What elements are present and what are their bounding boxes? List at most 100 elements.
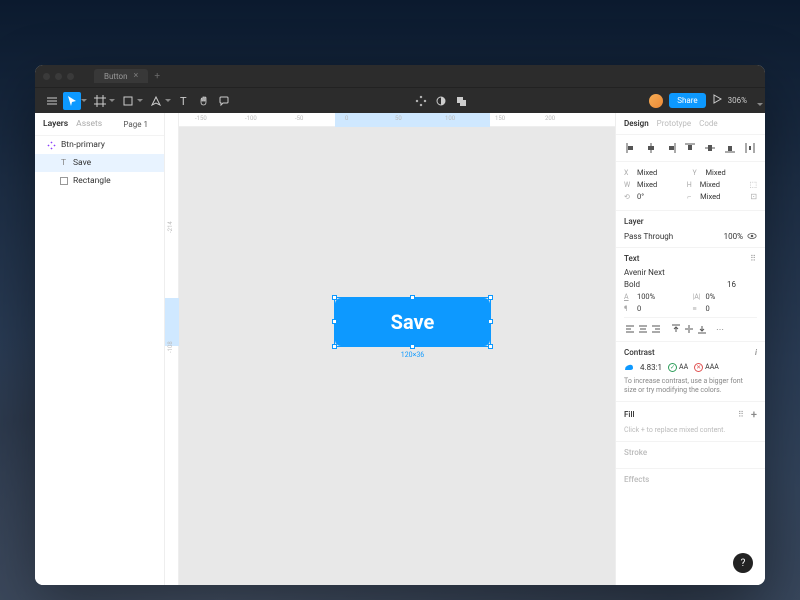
y-value: Mixed (706, 168, 726, 177)
code-tab-label: Code (699, 119, 718, 128)
close-icon[interactable] (43, 73, 50, 80)
add-fill-button[interactable]: + (751, 408, 757, 421)
radius-field[interactable]: ⌐Mixed (687, 192, 746, 201)
file-tab[interactable]: Button × (94, 69, 148, 83)
blend-mode[interactable]: Pass Through (624, 232, 673, 241)
text-valign-bottom[interactable] (696, 323, 708, 335)
align-top-button[interactable] (683, 141, 697, 155)
align-bottom-button[interactable] (723, 141, 737, 155)
resize-handle[interactable] (332, 344, 337, 349)
align-left-button[interactable] (624, 141, 638, 155)
zoom-dropdown[interactable]: 306% (728, 96, 757, 105)
text-title: Text (624, 254, 639, 263)
resize-handle[interactable] (488, 295, 493, 300)
fill-styles-icon[interactable]: ⠿ (738, 410, 745, 419)
rotation-field[interactable]: ⟲0° (624, 192, 683, 201)
shape-tool[interactable] (119, 92, 137, 110)
new-tab-button[interactable]: + (154, 71, 160, 82)
text-more-button[interactable]: ⋯ (716, 325, 724, 334)
present-button[interactable] (712, 94, 722, 107)
h-field[interactable]: HMixed (687, 180, 746, 189)
text-align-left[interactable] (624, 323, 636, 335)
aa-badge: ✓AA (668, 363, 688, 372)
layer-row-component[interactable]: Btn-primary (35, 136, 164, 154)
text-tool[interactable]: T (175, 92, 193, 110)
contrast-swatch-icon (624, 362, 634, 372)
font-family[interactable]: Avenir Next (624, 268, 665, 277)
layer-title: Layer (624, 217, 644, 226)
letter-spacing-field[interactable]: |A|0% (693, 292, 758, 301)
layer-section: Layer Pass Through 100% (616, 211, 765, 248)
text-align-right[interactable] (650, 323, 662, 335)
layer-row-text[interactable]: T Save (35, 154, 164, 172)
x-field[interactable]: XMixed (624, 168, 689, 177)
traffic-lights[interactable] (43, 73, 74, 80)
font-weight[interactable]: Bold (624, 280, 723, 289)
boolean-icon[interactable] (452, 92, 470, 110)
align-vcenter-button[interactable] (703, 141, 717, 155)
page-selector[interactable]: Page 1 (123, 120, 156, 129)
menu-button[interactable] (43, 92, 61, 110)
layer-row-rect[interactable]: Rectangle (35, 172, 164, 190)
contrast-title: Contrast (624, 348, 655, 357)
ruler-tick: 150 (495, 115, 505, 122)
maximize-icon[interactable] (67, 73, 74, 80)
text-options-icon[interactable]: ⠿ (750, 254, 757, 263)
resize-handle[interactable] (488, 344, 493, 349)
minimize-icon[interactable] (55, 73, 62, 80)
resize-handle[interactable] (332, 295, 337, 300)
mask-icon[interactable] (432, 92, 450, 110)
h-label: H (687, 181, 697, 189)
distribute-button[interactable] (743, 141, 757, 155)
y-field[interactable]: YMixed (693, 168, 758, 177)
info-icon[interactable]: i (755, 348, 757, 357)
text-valign-middle[interactable] (683, 323, 695, 335)
layers-tab-label: Layers (43, 119, 68, 129)
layer-name: Rectangle (73, 176, 111, 186)
paragraph-indent-field[interactable]: ≡0 (693, 304, 758, 313)
component-icon[interactable] (412, 92, 430, 110)
align-hcenter-button[interactable] (644, 141, 658, 155)
layer-name: Save (73, 158, 91, 168)
move-tool[interactable] (63, 92, 81, 110)
prototype-tab[interactable]: Prototype (657, 119, 691, 128)
stroke-title: Stroke (624, 448, 647, 457)
page-label: Page 1 (123, 120, 148, 129)
text-align-center[interactable] (637, 323, 649, 335)
constrain-icon[interactable]: ⬚ (749, 180, 757, 189)
opacity-value[interactable]: 100% (724, 232, 743, 241)
pen-tool[interactable] (147, 92, 165, 110)
share-button[interactable]: Share (669, 93, 705, 108)
resize-handle[interactable] (410, 344, 415, 349)
ruler-tick: -108 (167, 341, 174, 353)
visibility-icon[interactable] (747, 231, 757, 241)
font-size[interactable]: 16 (727, 280, 757, 289)
paragraph-spacing-field[interactable]: ¶0 (624, 304, 689, 313)
layers-tab[interactable]: Layers (43, 119, 68, 129)
align-right-button[interactable] (664, 141, 678, 155)
design-tab[interactable]: Design (624, 119, 649, 128)
comment-tool[interactable] (215, 92, 233, 110)
y-label: Y (693, 169, 703, 177)
main-area: Layers Assets Page 1 Btn-primary T Save … (35, 113, 765, 585)
user-avatar[interactable] (649, 94, 663, 108)
left-panel: Layers Assets Page 1 Btn-primary T Save … (35, 113, 165, 585)
titlebar: Button × + (35, 65, 765, 87)
resize-handle[interactable] (488, 319, 493, 324)
line-height-field[interactable]: A100% (624, 292, 689, 301)
frame-tool[interactable] (91, 92, 109, 110)
canvas[interactable]: -150 -100 -50 0 50 100 150 200 -214 -108… (165, 113, 615, 585)
resize-handle[interactable] (332, 319, 337, 324)
hand-tool[interactable] (195, 92, 213, 110)
resize-handle[interactable] (410, 295, 415, 300)
corner-icon[interactable]: ⊡ (750, 192, 757, 201)
selection[interactable]: Save 120×36 (335, 298, 490, 346)
w-field[interactable]: WMixed (624, 180, 683, 189)
close-tab-icon[interactable]: × (134, 71, 139, 81)
code-tab[interactable]: Code (699, 119, 718, 128)
text-valign-top[interactable] (670, 323, 682, 335)
assets-tab[interactable]: Assets (76, 119, 102, 129)
ruler-tick: 0 (345, 115, 348, 122)
letter-spacing-value: 0% (706, 292, 716, 301)
help-button[interactable]: ? (733, 553, 753, 573)
